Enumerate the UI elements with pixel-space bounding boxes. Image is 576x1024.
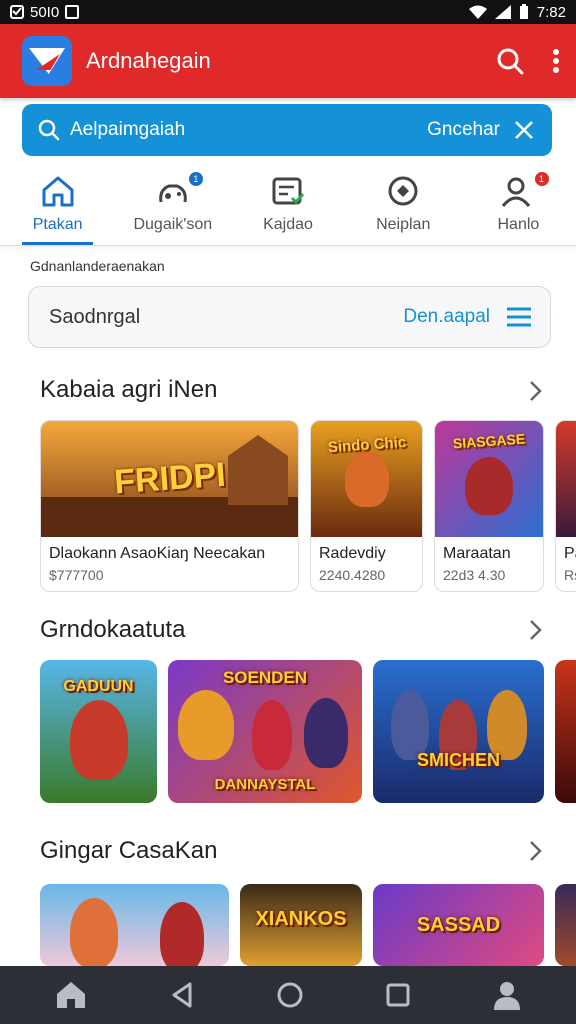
tab-kajdao[interactable]: Kajdao: [230, 164, 345, 245]
search-action-button[interactable]: Gncehar: [427, 119, 500, 141]
game-art-title: Sindo Chic: [326, 433, 407, 457]
mail-icon: [10, 5, 24, 19]
notification-icon: [65, 5, 80, 19]
checklist-icon: [272, 177, 305, 205]
game-art-title: SMICHEN: [416, 750, 501, 770]
profile-icon: [502, 177, 531, 207]
tab-bar: Ptakan 1 Dugaik'son Kajdao Neiplan 1 Han…: [0, 164, 576, 246]
game-art: [556, 421, 576, 537]
home-circle-icon[interactable]: [276, 981, 304, 1009]
game-price: 2240.4280: [319, 567, 386, 583]
game-art-title: GADUUN: [63, 678, 134, 695]
wifi-icon: [468, 5, 487, 19]
category-selector[interactable]: Saodnrgal Den.aapal: [28, 286, 551, 348]
category-label: Saodnrgal: [49, 305, 141, 328]
game-art-title: XIANKOS: [255, 908, 347, 930]
chevron-right-icon[interactable]: [528, 840, 544, 862]
game-art-subtitle: DANNAYSTAL: [214, 776, 316, 793]
tab-ptakan[interactable]: Ptakan: [0, 164, 115, 245]
chat-icon: [388, 176, 418, 206]
game-price: Rs: [564, 567, 576, 583]
tab-label: Ptakan: [32, 216, 83, 233]
game-card[interactable]: SIASGASE Maraatan 22d3 4.30: [434, 420, 544, 592]
app-logo: [22, 36, 72, 86]
tab-label: Kajdao: [263, 216, 313, 233]
game-card[interactable]: Pa Rs: [555, 420, 576, 592]
game-title: Dlaokann AsaoKiaŋ Neecakan: [49, 545, 266, 562]
search-bar[interactable]: Aelpaimgaiah Gncehar: [22, 104, 552, 156]
status-bar: 50I0 7:82: [0, 0, 576, 24]
game-tile[interactable]: SOENDEN DANNAYSTAL: [168, 660, 362, 803]
status-left-text: 50I0: [30, 3, 60, 21]
game-card[interactable]: Sindo Chic Radevdiy 2240.4280: [310, 420, 423, 592]
game-tile[interactable]: XIANKOS: [240, 884, 362, 966]
game-art: Sindo Chic: [311, 421, 422, 537]
battery-icon: [519, 4, 528, 19]
tab-label: Dugaik'son: [133, 216, 213, 233]
section-title: Kabaia agri iNen: [40, 376, 218, 403]
search-input[interactable]: Aelpaimgaiah: [70, 119, 185, 141]
tab-label: Neiplan: [376, 216, 431, 233]
tab-neiplan[interactable]: Neiplan: [346, 164, 461, 245]
game-art-title: SASSAD: [416, 914, 501, 936]
recents-icon[interactable]: [386, 983, 410, 1007]
home-icon[interactable]: [55, 980, 87, 1010]
game-art-title: SOENDEN: [222, 668, 308, 687]
game-art-title: FRIDPI: [112, 455, 227, 502]
category-action[interactable]: Den.aapal: [403, 306, 490, 328]
game-art: SIASGASE: [435, 421, 543, 537]
status-time: 7:82: [536, 3, 566, 21]
section-title: Grndokaatuta: [40, 616, 186, 643]
tab-label: Hanlo: [497, 216, 540, 233]
system-nav-bar: [0, 966, 576, 1024]
menu-icon[interactable]: [506, 306, 532, 328]
game-price: 22d3 4.30: [443, 567, 506, 583]
tab-hanlo[interactable]: 1 Hanlo: [461, 164, 576, 245]
chevron-right-icon[interactable]: [528, 380, 544, 402]
notification-badge: 1: [534, 172, 549, 186]
gamepad-icon: [158, 184, 187, 203]
chevron-right-icon[interactable]: [528, 619, 544, 641]
signal-icon: [494, 5, 511, 19]
game-tile[interactable]: SASSAD: [373, 884, 544, 966]
tab-dugaikson[interactable]: 1 Dugaik'son: [115, 164, 230, 245]
section-title: Gingar CasaKan: [40, 837, 218, 864]
game-art-title: SIASGASE: [452, 430, 526, 452]
game-tile[interactable]: GADUUN: [40, 660, 157, 803]
game-card[interactable]: FRIDPI Dlaokann AsaoKiaŋ Neecakan $77770…: [40, 420, 299, 592]
search-icon[interactable]: [496, 47, 524, 75]
profile-icon[interactable]: [493, 980, 521, 1010]
home-icon: [42, 176, 74, 207]
game-title: Pa: [564, 545, 576, 562]
game-title: Maraatan: [443, 545, 511, 562]
back-icon[interactable]: [170, 982, 194, 1008]
app-bar: Ardnahegain: [0, 24, 576, 98]
search-icon: [38, 119, 60, 141]
game-tile[interactable]: [555, 660, 576, 803]
game-title: Radevdiy: [319, 545, 386, 562]
game-tile[interactable]: SMICHEN: [373, 660, 544, 803]
more-vert-icon[interactable]: [552, 48, 560, 74]
notification-badge: 1: [188, 172, 203, 186]
game-art: FRIDPI: [41, 421, 298, 537]
game-tile[interactable]: [40, 884, 229, 966]
app-title: Ardnahegain: [86, 48, 211, 73]
game-tile[interactable]: [555, 884, 576, 966]
close-icon[interactable]: [514, 120, 534, 140]
section-hint: Gdnanlanderaenakan: [30, 258, 165, 274]
game-price: $777700: [49, 567, 104, 583]
